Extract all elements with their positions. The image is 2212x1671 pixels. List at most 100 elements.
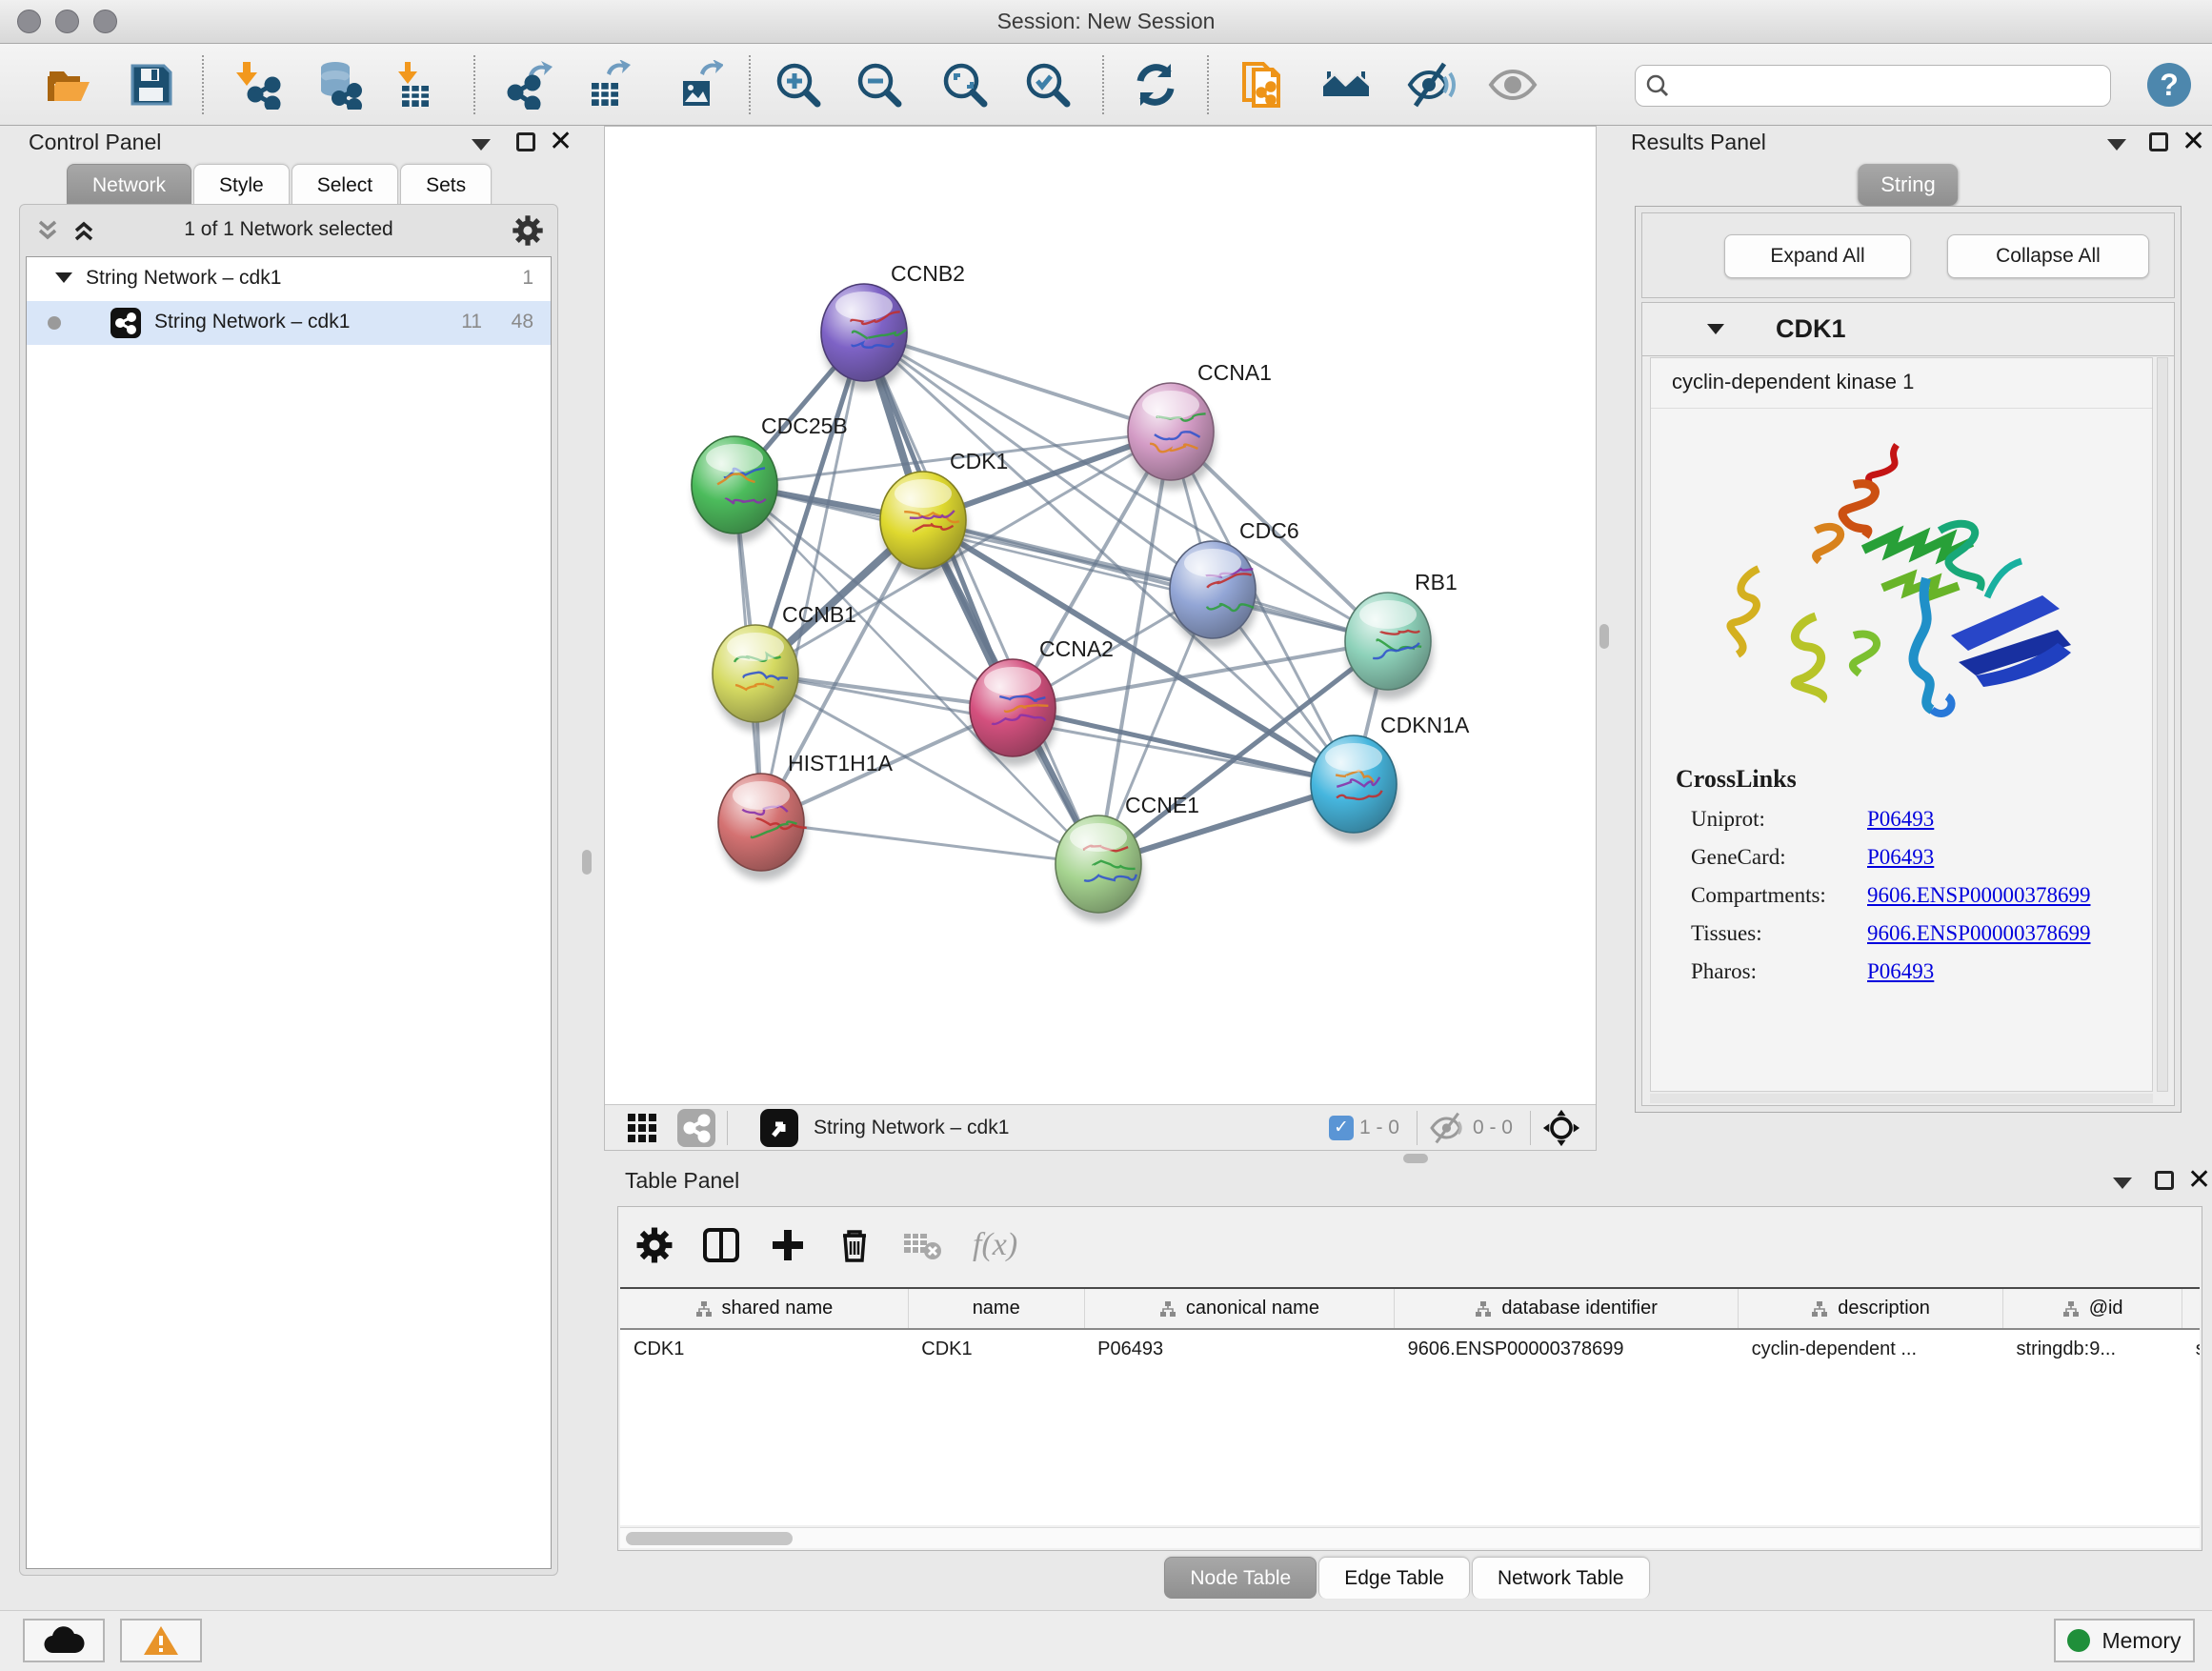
panel-float-icon[interactable] xyxy=(2149,132,2168,151)
zoom-out-icon[interactable] xyxy=(855,60,904,110)
network-node-CCNA1[interactable] xyxy=(1128,383,1216,490)
import-network-database-icon[interactable] xyxy=(314,60,364,110)
network-row-selected[interactable]: String Network – cdk1 11 48 xyxy=(27,301,551,345)
open-session-icon[interactable] xyxy=(45,60,94,110)
results-horizontal-scrollbar[interactable] xyxy=(1650,1094,2153,1103)
export-image-icon[interactable] xyxy=(674,60,723,110)
network-node-CCNB1[interactable] xyxy=(713,625,800,732)
table-cell[interactable]: CDK1 xyxy=(908,1329,1084,1369)
crosslink-link[interactable]: P06493 xyxy=(1867,807,1934,832)
table-cell[interactable]: cyclin-dependent ... xyxy=(1739,1329,2003,1369)
export-table-icon[interactable] xyxy=(582,60,632,110)
network-node-CDKN1A[interactable] xyxy=(1311,735,1398,842)
left-splitter-handle[interactable] xyxy=(582,850,592,875)
gene-section-header[interactable]: CDK1 xyxy=(1642,303,2174,356)
import-network-file-icon[interactable] xyxy=(234,60,284,110)
network-node-RB1[interactable] xyxy=(1345,593,1433,699)
column-header-database-identifier[interactable]: database identifier xyxy=(1395,1289,1739,1329)
network-node-CCNB2[interactable] xyxy=(821,284,909,391)
results-vertical-scrollbar[interactable] xyxy=(2157,357,2168,1092)
fit-content-crosshair-icon[interactable] xyxy=(1542,1109,1580,1147)
zoom-in-icon[interactable] xyxy=(774,60,823,110)
panel-float-icon[interactable] xyxy=(2155,1171,2174,1190)
zoom-selected-icon[interactable] xyxy=(1023,60,1073,110)
help-icon[interactable]: ? xyxy=(2147,63,2191,107)
network-file-share-icon[interactable] xyxy=(1238,60,1288,110)
search-input[interactable] xyxy=(1678,74,2101,98)
tab-network[interactable]: Network xyxy=(67,164,191,206)
table-header-row[interactable]: shared namenamecanonical namedatabase id… xyxy=(620,1289,2200,1329)
crosslink-link[interactable]: P06493 xyxy=(1867,845,1934,870)
panel-menu-icon[interactable] xyxy=(472,139,491,151)
add-column-icon[interactable] xyxy=(769,1226,807,1264)
panel-close-icon[interactable]: ✕ xyxy=(2182,126,2205,158)
table-cell[interactable]: P06493 xyxy=(1084,1329,1395,1369)
home-icon[interactable] xyxy=(1321,60,1371,110)
network-node-CCNE1[interactable] xyxy=(1056,815,1143,922)
network-node-CDK1[interactable] xyxy=(880,472,968,578)
table-cell[interactable]: 9606.ENSP00000378699 xyxy=(1395,1329,1739,1369)
panel-close-icon[interactable]: ✕ xyxy=(549,126,573,158)
network-node-CCNA2[interactable] xyxy=(970,659,1057,766)
show-columns-icon[interactable] xyxy=(702,1226,740,1264)
node-table[interactable]: shared namenamecanonical namedatabase id… xyxy=(620,1287,2200,1525)
memory-button[interactable]: Memory xyxy=(2054,1619,2195,1662)
refresh-icon[interactable] xyxy=(1131,60,1180,110)
bottom-splitter-handle[interactable] xyxy=(1403,1154,1428,1163)
selected-checkbox-icon[interactable]: ✓ xyxy=(1329,1116,1354,1140)
collection-expand-icon[interactable] xyxy=(55,272,72,283)
expand-all-button[interactable]: Expand All xyxy=(1724,234,1911,278)
panel-close-icon[interactable]: ✕ xyxy=(2187,1164,2211,1197)
tab-edge-table[interactable]: Edge Table xyxy=(1318,1557,1470,1599)
tab-network-table[interactable]: Network Table xyxy=(1472,1557,1650,1599)
column-header-canonical-name[interactable]: canonical name xyxy=(1084,1289,1395,1329)
network-node-CDC25B[interactable] xyxy=(692,436,779,543)
zoom-fit-icon[interactable] xyxy=(940,60,990,110)
hidden-eye-slash-icon[interactable] xyxy=(1429,1112,1467,1144)
export-network-icon[interactable] xyxy=(504,60,553,110)
import-table-icon[interactable] xyxy=(391,60,440,110)
network-node-CDC6[interactable] xyxy=(1170,541,1257,648)
delete-column-icon[interactable] xyxy=(835,1226,874,1264)
collapse-all-button[interactable]: Collapse All xyxy=(1947,234,2149,278)
network-edge[interactable] xyxy=(761,822,1098,864)
tab-sets[interactable]: Sets xyxy=(400,164,492,206)
save-session-icon[interactable] xyxy=(127,60,176,110)
network-edge[interactable] xyxy=(1013,708,1354,784)
table-row[interactable]: CDK1CDK1P064939606.ENSP00000378699cyclin… xyxy=(620,1329,2200,1369)
open-in-window-icon[interactable] xyxy=(760,1109,798,1147)
collapse-section-icon[interactable] xyxy=(1707,324,1724,334)
right-splitter-handle[interactable] xyxy=(1599,624,1609,649)
column-header-name[interactable]: name xyxy=(908,1289,1084,1329)
scrollbar-thumb[interactable] xyxy=(626,1532,793,1545)
function-builder-button[interactable]: f(x) xyxy=(973,1227,1017,1263)
network-edge[interactable] xyxy=(864,332,1098,864)
network-canvas[interactable]: CCNB2CCNA1CDC25BCDK1CDC6RB1CCNB1CCNA2CDK… xyxy=(605,127,1596,1104)
share-network-icon[interactable] xyxy=(677,1109,715,1147)
tab-node-table[interactable]: Node Table xyxy=(1164,1557,1317,1599)
warnings-button[interactable] xyxy=(120,1619,202,1662)
network-edge[interactable] xyxy=(864,332,1171,432)
network-collection-row[interactable]: String Network – cdk1 1 xyxy=(27,257,551,301)
panel-menu-icon[interactable] xyxy=(2113,1178,2132,1189)
tab-string[interactable]: String xyxy=(1858,164,1958,206)
tab-select[interactable]: Select xyxy=(292,164,398,206)
gear-icon[interactable] xyxy=(512,214,544,247)
column-header-shared-name[interactable]: shared name xyxy=(620,1289,908,1329)
crosslink-link[interactable]: P06493 xyxy=(1867,959,1934,984)
crosslink-link[interactable]: 9606.ENSP00000378699 xyxy=(1867,883,2091,908)
table-horizontal-scrollbar[interactable] xyxy=(620,1527,2200,1548)
table-cell[interactable]: stringdb:9... xyxy=(2003,1329,2182,1369)
panel-menu-icon[interactable] xyxy=(2107,139,2126,151)
network-node-HIST1H1A[interactable] xyxy=(718,774,807,880)
birds-eye-grid-icon[interactable] xyxy=(626,1112,658,1144)
gear-icon[interactable] xyxy=(635,1226,674,1264)
eye-icon[interactable] xyxy=(1488,60,1538,110)
panel-float-icon[interactable] xyxy=(516,132,535,151)
column-header-description[interactable]: description xyxy=(1739,1289,2003,1329)
column-header-namespace[interactable]: namespace xyxy=(2182,1289,2200,1329)
network-view[interactable]: CCNB2CCNA1CDC25BCDK1CDC6RB1CCNB1CCNA2CDK… xyxy=(604,126,1597,1151)
table-cell[interactable]: stringdb xyxy=(2182,1329,2200,1369)
crosslink-link[interactable]: 9606.ENSP00000378699 xyxy=(1867,921,2091,946)
tab-style[interactable]: Style xyxy=(193,164,290,206)
